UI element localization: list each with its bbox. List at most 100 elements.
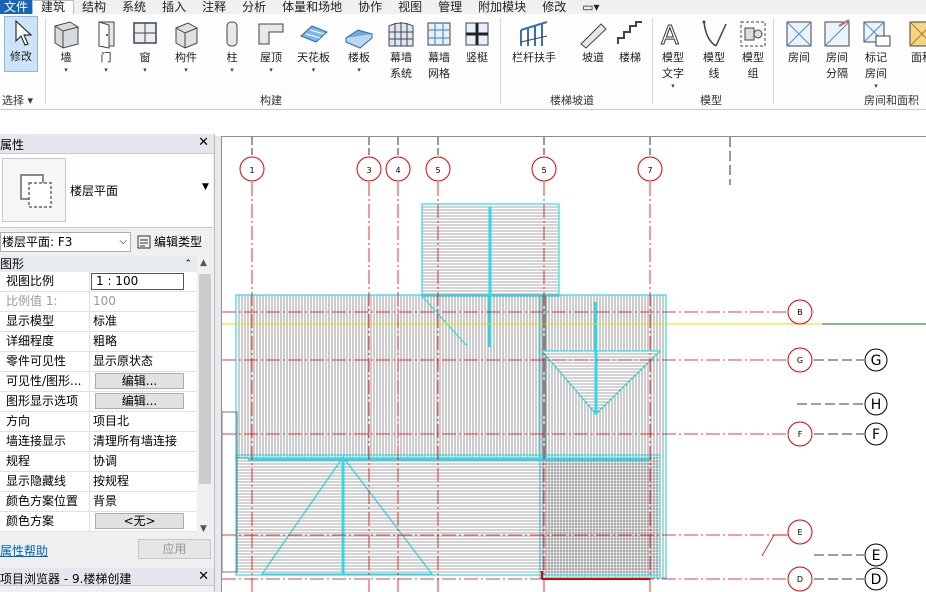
- collapse-icon[interactable]: ⌃: [184, 256, 192, 272]
- tab-1[interactable]: 结构: [74, 0, 114, 14]
- room-icon: [786, 21, 812, 47]
- ribbon-curtain-system-button[interactable]: 幕墙 系统: [385, 18, 417, 82]
- ribbon-room-separator-button[interactable]: 房间 分隔: [821, 18, 853, 82]
- area-icon: [909, 21, 926, 47]
- ribbon-area-button[interactable]: 面积: [906, 18, 926, 66]
- ribbon-door-button[interactable]: 门 ▾: [90, 18, 122, 74]
- ribbon-ramp-button[interactable]: 坡道: [577, 18, 609, 66]
- ribbon-room-button[interactable]: 房间: [783, 18, 815, 66]
- ribbon-tag-room-button[interactable]: 标记 房间 ▾: [860, 18, 892, 90]
- property-value: 100: [93, 294, 116, 308]
- ribbon-modify-button[interactable]: 修改: [4, 16, 38, 72]
- apply-button[interactable]: 应用: [138, 539, 211, 559]
- property-row[interactable]: 可见性/图形... 编辑...: [0, 372, 197, 392]
- ribbon-railing-button[interactable]: 栏杆扶手: [512, 18, 556, 66]
- property-value[interactable]: 显示原状态: [90, 352, 197, 371]
- ribbon-model-group-button[interactable]: 模型组: [737, 18, 769, 82]
- tab-4[interactable]: 注释: [194, 0, 234, 14]
- property-row[interactable]: 方向 项目北: [0, 412, 197, 432]
- property-value[interactable]: 编辑...: [90, 372, 197, 391]
- tab-2[interactable]: 系统: [114, 0, 154, 14]
- edit-type-button[interactable]: 编辑类型: [137, 233, 202, 250]
- ribbon-roof-button[interactable]: 屋顶 ▾: [255, 18, 287, 74]
- grid-bubble-black-label: E: [872, 548, 881, 564]
- property-value[interactable]: 背景: [90, 492, 197, 511]
- ribbon-stair-button[interactable]: 楼梯: [614, 18, 646, 66]
- cursor-arrow-icon: [15, 19, 33, 46]
- ribbon-label: 窗: [139, 51, 151, 64]
- property-row[interactable]: 墙连接显示 清理所有墙连接: [0, 432, 197, 452]
- property-row[interactable]: 颜色方案位置 背景: [0, 492, 197, 512]
- ribbon-mullion-button[interactable]: 竖梃: [461, 18, 493, 66]
- ribbon-ceiling-button[interactable]: 天花板 ▾: [297, 18, 330, 74]
- scroll-up-icon[interactable]: ▲: [200, 258, 207, 268]
- scroll-down-icon[interactable]: ▼: [200, 524, 207, 534]
- ribbon-model-line-button[interactable]: 模型线: [698, 18, 730, 82]
- grid-bubble-label: 1: [249, 166, 254, 175]
- grid-bubble-label: 5: [541, 166, 546, 175]
- floor-plan-drawing[interactable]: 1 3 4 5 5 7BGFEDGHFED: [222, 137, 926, 592]
- ribbon-wall-button[interactable]: 墙 ▾: [50, 18, 82, 74]
- property-value[interactable]: 清理所有墙连接: [90, 432, 197, 451]
- property-row[interactable]: 视图比例 1 : 100: [0, 272, 197, 292]
- property-key: 颜色方案: [0, 512, 90, 531]
- property-value[interactable]: 标准: [90, 312, 197, 331]
- tab-9[interactable]: 管理: [430, 0, 470, 14]
- drawing-canvas[interactable]: 134557BGFEDGHFED: [221, 136, 926, 592]
- tab-8[interactable]: 视图: [390, 0, 430, 14]
- property-value[interactable]: 协调: [90, 452, 197, 471]
- property-row[interactable]: 颜色方案 <无>: [0, 512, 197, 532]
- property-row[interactable]: 规程 协调: [0, 452, 197, 472]
- tab-5[interactable]: 分析: [234, 0, 274, 14]
- menu-bar: 文件 建筑 结构 系统 插入 注释 分析 体量和场地 协作 视图 管理 附加模块 修改 ▭▾: [0, 0, 926, 14]
- ribbon-floor-button[interactable]: 楼板 ▾: [343, 18, 375, 74]
- ribbon-label: 坡道: [582, 51, 604, 64]
- tab-6[interactable]: 体量和场地: [274, 0, 350, 14]
- tab-10[interactable]: 附加模块: [470, 0, 534, 14]
- property-value[interactable]: 按规程: [90, 472, 197, 491]
- mullion-icon: [465, 22, 489, 46]
- tab-7[interactable]: 协作: [350, 0, 390, 14]
- property-key: 方向: [0, 412, 90, 431]
- grid-bubble-label: 4: [395, 166, 400, 175]
- quick-access-dropdown-icon[interactable]: ▭▾: [574, 0, 607, 14]
- property-value[interactable]: <无>: [90, 512, 197, 531]
- edit-button[interactable]: 编辑...: [95, 373, 184, 389]
- stair-icon: [617, 21, 642, 44]
- chevron-down-icon[interactable]: ▼: [202, 182, 209, 192]
- grid-bubble-black-label: D: [871, 572, 882, 588]
- ribbon-model-text-button[interactable]: A 模型 文字 ▾: [657, 18, 689, 91]
- ribbon-window-button[interactable]: 窗 ▾: [129, 18, 161, 74]
- ribbon-component-button[interactable]: 构件 ▾: [170, 18, 202, 74]
- view-instance-dropdown[interactable]: 楼层平面: F3 ⌵: [0, 232, 131, 252]
- tab-0[interactable]: 建筑: [32, 0, 75, 14]
- property-value[interactable]: 1 : 100: [91, 273, 184, 290]
- property-value[interactable]: 项目北: [90, 412, 197, 431]
- type-selector[interactable]: 楼层平面 ▼: [0, 154, 213, 228]
- property-value[interactable]: 编辑...: [90, 392, 197, 411]
- tab-11[interactable]: 修改: [534, 0, 574, 14]
- project-browser: 项目浏览器 - 9.楼梯创建 ✕: [0, 568, 215, 592]
- properties-help-link[interactable]: 属性帮助: [0, 542, 48, 559]
- property-row[interactable]: 零件可见性 显示原状态: [0, 352, 197, 372]
- edit-button[interactable]: <无>: [95, 513, 184, 529]
- property-row[interactable]: 显示模型 标准: [0, 312, 197, 332]
- edit-button[interactable]: 编辑...: [95, 393, 184, 409]
- model-line-icon: [702, 20, 727, 47]
- property-row[interactable]: 显示隐藏线 按规程: [0, 472, 197, 492]
- property-value[interactable]: 粗略: [90, 332, 197, 351]
- properties-scrollbar[interactable]: ▲ ▼: [197, 256, 213, 536]
- close-icon[interactable]: ✕: [198, 135, 209, 150]
- panel-label-0[interactable]: 选择 ▾: [2, 92, 33, 108]
- tab-file[interactable]: 文件: [0, 0, 33, 14]
- property-row[interactable]: 图形显示选项 编辑...: [0, 392, 197, 412]
- property-row[interactable]: 详细程度 粗略: [0, 332, 197, 352]
- tab-3[interactable]: 插入: [154, 0, 194, 14]
- close-icon[interactable]: ✕: [198, 569, 209, 584]
- ribbon-curtain-grid-button[interactable]: 幕墙 网格: [423, 18, 455, 82]
- floor-icon: [344, 29, 374, 49]
- ribbon-column-button[interactable]: 柱 ▾: [216, 18, 248, 74]
- graphics-group-header[interactable]: 图形 ⌃: [0, 256, 197, 272]
- scroll-thumb[interactable]: [199, 274, 211, 484]
- property-row[interactable]: 比例值 1: 100: [0, 292, 197, 312]
